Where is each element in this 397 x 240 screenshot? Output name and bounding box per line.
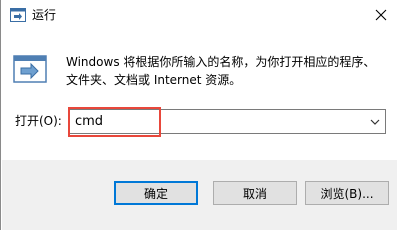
cancel-button[interactable]: 取消 <box>213 181 297 205</box>
run-dialog: 运行 Windows 将根据你所输入的名称，为你打开相应的程序、 文件夹、文档或… <box>0 0 397 230</box>
description-line: Windows 将根据你所输入的名称，为你打开相应的程序、 <box>66 55 376 69</box>
highlight-box <box>68 107 161 137</box>
window-title: 运行 <box>32 8 57 22</box>
open-label: 打开(O): <box>15 114 62 128</box>
close-icon <box>375 9 387 21</box>
title-bar: 运行 <box>1 0 397 31</box>
browse-button[interactable]: 浏览(B)... <box>305 181 389 205</box>
run-app-icon <box>10 8 26 22</box>
close-button[interactable] <box>364 0 397 30</box>
chevron-down-icon[interactable] <box>368 115 382 129</box>
ok-button[interactable]: 确定 <box>114 181 198 205</box>
run-app-icon <box>13 55 47 83</box>
description: Windows 将根据你所输入的名称，为你打开相应的程序、 文件夹、文档或 In… <box>66 53 386 89</box>
description-line: 文件夹、文档或 Internet 资源。 <box>66 73 242 87</box>
